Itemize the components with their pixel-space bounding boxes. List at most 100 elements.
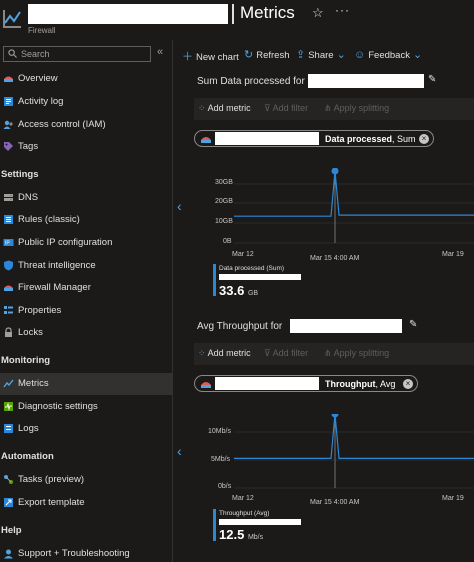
sidebar-item-firewall-manager[interactable]: Firewall Manager <box>0 277 172 299</box>
chart2-legend-name: Throughput (Avg) <box>219 510 270 517</box>
chart2-peak-point <box>331 414 339 418</box>
refresh-button[interactable]: ↻ Refresh <box>244 48 289 61</box>
sidebar-item-label: Diagnostic settings <box>18 401 98 412</box>
add-filter-button[interactable]: ⊽ Add filter <box>264 103 308 114</box>
sidebar-item-activity-log[interactable]: Activity log <box>0 91 172 113</box>
x-tick-label: Mar 15 4:00 AM <box>310 499 360 506</box>
section-help: Help <box>1 525 22 536</box>
sidebar-item-export-template[interactable]: Export template <box>0 492 172 514</box>
legend-value: 12.5 <box>219 527 245 542</box>
chart2-series-line <box>234 414 474 460</box>
new-chart-button[interactable]: ＋ New chart <box>182 48 239 64</box>
legend-unit: GB <box>247 290 259 297</box>
sidebar-item-label: Firewall Manager <box>18 282 91 293</box>
sidebar-item-locks[interactable]: Locks <box>0 322 172 344</box>
edit-title-pencil-icon[interactable]: ✎ <box>409 319 417 330</box>
pill-metric-label: Throughput <box>325 379 376 389</box>
sidebar-item-dns[interactable]: DNS <box>0 187 172 209</box>
pill-aggregation: , Sum <box>392 134 416 144</box>
chart1-metric-pill[interactable]: Data processed, Sum × <box>194 130 434 147</box>
firewall-icon <box>201 137 211 143</box>
sidebar-item-public-ip[interactable]: IP Public IP configuration <box>0 232 172 254</box>
sidebar-item-label: Overview <box>18 73 58 84</box>
add-metric-button[interactable]: ⁘ Add metric <box>198 348 251 359</box>
x-tick-label: Mar 12 <box>232 495 254 502</box>
chart1-title: Sum Data processed for <box>197 76 305 87</box>
remove-metric-close-icon[interactable]: × <box>419 134 429 144</box>
sidebar-item-diagnostic-settings[interactable]: Diagnostic settings <box>0 396 172 418</box>
feedback-label: Feedback <box>368 50 410 61</box>
pill-metric-label: Data processed <box>325 134 393 144</box>
add-filter-button[interactable]: ⊽ Add filter <box>264 348 308 359</box>
pill-aggregation: , Avg <box>375 379 396 389</box>
remove-metric-close-icon[interactable]: × <box>403 379 413 389</box>
redacted-resource-name <box>215 377 319 390</box>
share-button[interactable]: ⇪ Share ⌄ <box>296 48 349 61</box>
page-subtitle: Firewall <box>28 26 56 35</box>
chart1-series-line <box>234 170 474 217</box>
public-ip-icon: IP <box>3 239 14 247</box>
iam-icon <box>3 120 13 129</box>
search-placeholder: Search <box>21 49 50 59</box>
split-icon: ⋔ <box>324 103 332 113</box>
edit-title-pencil-icon[interactable]: ✎ <box>428 74 436 85</box>
metrics-icon <box>3 379 14 388</box>
sidebar-item-support[interactable]: Support + Troubleshooting <box>0 543 172 562</box>
favorite-star-icon[interactable]: ☆ <box>312 5 324 21</box>
main-content: ＋ New chart ↻ Refresh ⇪ Share ⌄ ☺ Feedback ⌄ S… <box>174 40 474 562</box>
sidebar-item-properties[interactable]: Properties <box>0 300 172 322</box>
chart2-metric-pill[interactable]: Throughput, Avg × <box>194 375 418 392</box>
sidebar-item-tags[interactable]: Tags <box>0 136 172 158</box>
add-metric-icon: ⁘ <box>198 103 206 113</box>
sidebar-item-label: Support + Troubleshooting <box>18 548 130 559</box>
sidebar-item-threat-intelligence[interactable]: Threat intelligence <box>0 255 172 277</box>
sidebar-item-label: Properties <box>18 305 62 316</box>
new-chart-label: New chart <box>196 52 239 63</box>
tag-icon <box>4 142 13 151</box>
plus-icon: ＋ <box>182 51 193 63</box>
x-tick-label: Mar 19 <box>442 251 464 258</box>
activity-log-icon <box>4 97 13 106</box>
sidebar-item-label: Tags <box>18 141 39 152</box>
sidebar-item-metrics[interactable]: Metrics <box>0 373 172 395</box>
search-icon <box>8 49 17 58</box>
sidebar-item-label: Rules (classic) <box>18 214 80 225</box>
sidebar-item-overview[interactable]: Overview <box>0 68 172 90</box>
title-separator <box>232 4 234 24</box>
chevron-down-icon: ⌄ <box>336 49 346 61</box>
sidebar-item-label: Export template <box>18 497 85 508</box>
sidebar-item-label: Activity log <box>18 96 64 107</box>
apply-splitting-button[interactable]: ⋔ Apply splitting <box>324 348 389 359</box>
refresh-label: Refresh <box>256 50 290 61</box>
add-metric-button[interactable]: ⁘ Add metric <box>198 103 251 114</box>
add-metric-label: Add metric <box>207 103 251 113</box>
chart1-peak-point <box>331 168 339 175</box>
lock-icon <box>5 327 12 337</box>
pill-metric-name: Data processed, Sum <box>325 134 416 144</box>
chart1-plot <box>234 168 474 244</box>
feedback-button[interactable]: ☺ Feedback ⌄ <box>354 48 425 61</box>
collapse-sidebar-icon[interactable]: « <box>157 46 163 58</box>
sidebar-item-logs[interactable]: Logs <box>0 418 172 440</box>
add-filter-label: Add filter <box>272 103 309 113</box>
sidebar-item-access-control[interactable]: Access control (IAM) <box>0 114 172 136</box>
search-input[interactable]: Search <box>3 46 151 62</box>
split-icon: ⋔ <box>324 348 332 358</box>
sidebar-item-label: Locks <box>18 327 43 338</box>
sidebar-item-rules-classic[interactable]: Rules (classic) <box>0 209 172 231</box>
sidebar-item-label: DNS <box>18 192 39 203</box>
sidebar-item-tasks[interactable]: Tasks (preview) <box>0 469 172 491</box>
more-options-icon[interactable]: ··· <box>335 3 350 17</box>
page-title: Metrics <box>240 3 295 22</box>
rules-icon <box>4 215 13 224</box>
feedback-icon: ☺ <box>354 49 366 61</box>
redacted-resource-name <box>28 4 228 24</box>
refresh-icon: ↻ <box>244 49 254 61</box>
x-tick-label: Mar 12 <box>232 251 254 258</box>
logs-icon <box>4 424 13 433</box>
apply-splitting-label: Apply splitting <box>333 348 390 358</box>
apply-splitting-button[interactable]: ⋔ Apply splitting <box>324 103 389 114</box>
tasks-icon <box>4 475 13 484</box>
support-icon <box>4 549 13 559</box>
redacted-resource-name <box>219 274 301 280</box>
